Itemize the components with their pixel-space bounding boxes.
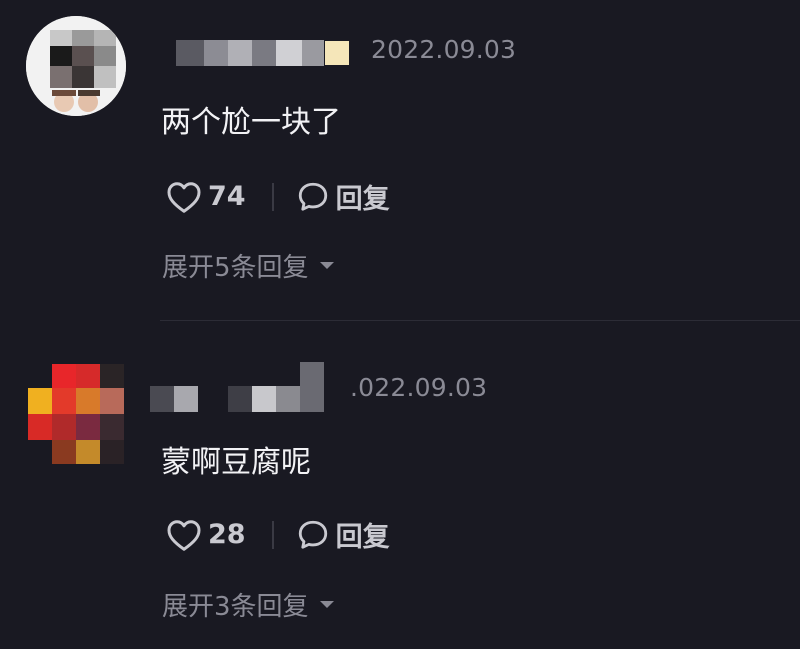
avatar[interactable] (26, 360, 126, 465)
avatar-mosaic (26, 16, 126, 116)
comment-text: 蒙啊豆腐呢 (161, 445, 311, 480)
reply-button[interactable]: 回复 (296, 515, 390, 554)
like-count: 28 (208, 519, 246, 550)
action-divider (271, 182, 274, 211)
speech-bubble-icon (298, 182, 327, 211)
expand-replies-label: 展开3条回复 (162, 592, 309, 622)
comment-actions: 74 回复 (166, 177, 390, 216)
caret-down-icon (319, 600, 334, 608)
heart-outline-icon (167, 519, 201, 551)
heart-outline-icon (167, 181, 201, 213)
like-count: 74 (208, 181, 246, 212)
reply-button[interactable]: 回复 (296, 177, 390, 216)
expand-replies-button[interactable]: 展开5条回复 (162, 247, 335, 284)
action-divider (271, 520, 274, 549)
user-badge (325, 41, 349, 65)
reply-label: 回复 (335, 522, 390, 553)
comment-date: .022.09.03 (350, 373, 488, 402)
username-blurred[interactable] (150, 362, 324, 412)
comment-date: 2022.09.03 (371, 35, 517, 64)
speech-bubble-icon (298, 520, 327, 549)
like-button[interactable]: 74 (166, 180, 246, 214)
username-blurred[interactable] (176, 40, 324, 66)
comment-item: 2022.09.03 两个尬一块了 74 回复 展开5条回复 (0, 0, 800, 320)
comment-text: 两个尬一块了 (161, 105, 341, 140)
avatar-mosaic (26, 360, 126, 465)
expand-replies-button[interactable]: 展开3条回复 (162, 586, 335, 623)
like-button[interactable]: 28 (166, 518, 246, 552)
caret-down-icon (319, 261, 334, 269)
comment-list: 2022.09.03 两个尬一块了 74 回复 展开5条回复 .022.09.0… (0, 0, 800, 649)
expand-replies-label: 展开5条回复 (162, 253, 309, 283)
comment-actions: 28 回复 (166, 515, 390, 554)
avatar[interactable] (26, 16, 126, 116)
reply-label: 回复 (335, 184, 390, 215)
